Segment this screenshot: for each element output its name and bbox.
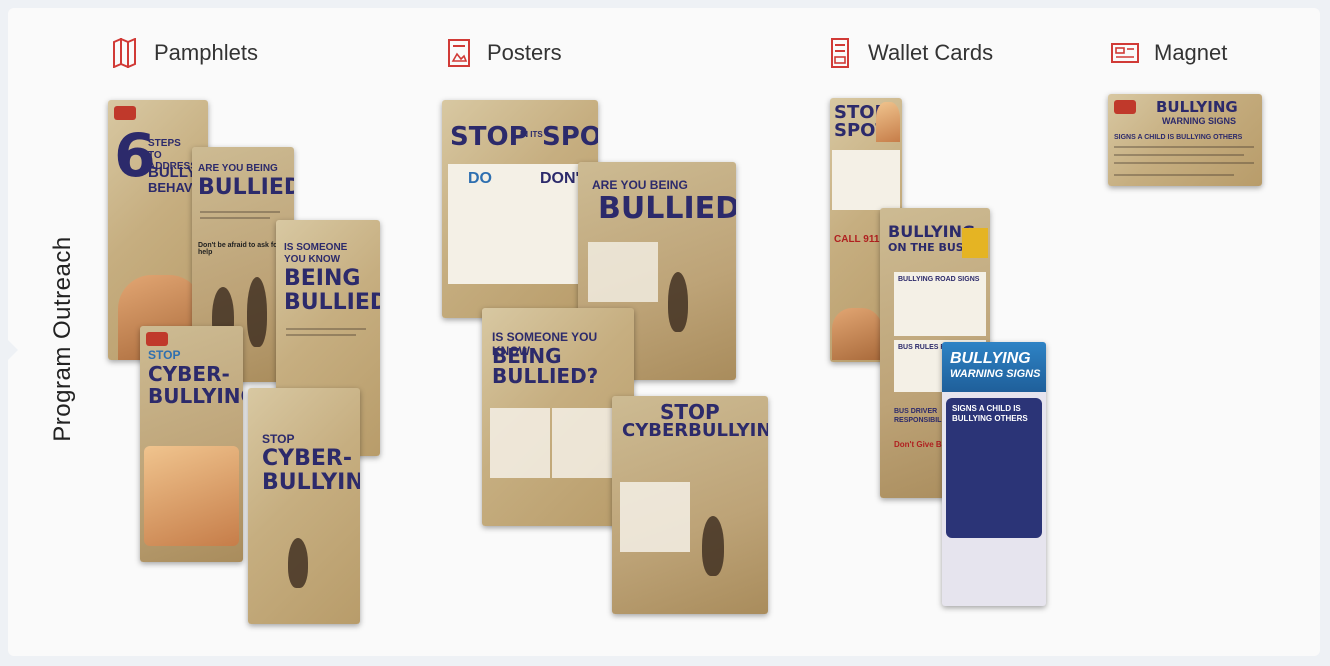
poster-bullied-line1: ARE YOU BEING <box>592 178 688 192</box>
poster-do-label: DO <box>468 170 492 187</box>
poster-cyber-line2: CYBERBULLYING! <box>622 420 768 441</box>
poster-someone-line2: BEING BULLIED? <box>492 344 599 388</box>
wallet-card-icon <box>831 38 849 68</box>
pamphlet-cyber1-line2: CYBER- <box>148 362 230 386</box>
pamphlet-cyber2-line3: BULLYING <box>262 470 360 495</box>
pamphlet-6-line1: STEPS <box>148 138 181 149</box>
section-label: Program Outreach <box>49 236 76 442</box>
category-pamphlets[interactable]: Pamphlets <box>112 38 258 68</box>
pamphlet-bullied-line1: ARE YOU BEING <box>198 163 278 174</box>
logo-icon <box>114 106 136 120</box>
wallet-warning-line1: BULLYING <box>950 350 1031 367</box>
pamphlet-cyber1-line1: STOP <box>148 348 181 362</box>
wallet-warning-line4: BULLYING OTHERS <box>952 414 1028 423</box>
poster-stop-title-c: SPOT <box>542 122 598 152</box>
poster-stop-cyberbullying[interactable]: STOP CYBERBULLYING! <box>612 396 768 614</box>
magnet-icon <box>1111 43 1139 63</box>
poster-bullied-line2: BULLIED? <box>598 191 736 226</box>
wallet-bus-line2: ON THE BUS <box>888 241 964 254</box>
category-wallet-cards-label: Wallet Cards <box>868 40 994 65</box>
poster-stop-title-a: STOP <box>450 122 528 152</box>
pamphlet-someone-line1: IS SOMEONE <box>284 242 348 253</box>
family-photo <box>144 446 239 546</box>
logo-icon <box>146 332 168 346</box>
magnet-line1: BULLYING <box>1156 98 1238 116</box>
pamphlet-someone-line2: YOU KNOW <box>284 254 341 265</box>
category-posters-label: Posters <box>487 40 562 65</box>
category-magnet[interactable]: Magnet <box>1110 38 1227 68</box>
pamphlet-bullied-line2: BULLIED? <box>198 175 294 200</box>
logo-icon <box>1114 100 1136 114</box>
wallet-card-warning-signs[interactable]: BULLYING WARNING SIGNS SIGNS A CHILD IS … <box>942 342 1046 606</box>
panel-notch <box>8 340 18 360</box>
poster-stop-it-in-its-spot[interactable]: STOP IN ITS SPOT DO DON'T <box>442 100 598 318</box>
wallet-warning-line3: SIGNS A CHILD IS <box>952 404 1021 413</box>
magnet-line3: SIGNS A CHILD IS BULLYING OTHERS <box>1114 134 1243 141</box>
wallet-bus-line3: BULLYING ROAD SIGNS <box>898 276 980 283</box>
pamphlet-cyber2-line2: CYBER- <box>262 446 352 471</box>
pamphlet-icon <box>113 38 136 68</box>
category-posters[interactable]: Posters <box>445 38 562 68</box>
pamphlet-someone-line3: BEING <box>284 266 361 291</box>
poster-stop-title-b: IN ITS <box>520 130 543 139</box>
pamphlet-cyber2-line1: STOP <box>262 432 295 446</box>
category-pamphlets-label: Pamphlets <box>154 40 258 65</box>
poster-icon <box>448 39 470 67</box>
category-wallet-cards[interactable]: Wallet Cards <box>826 38 993 68</box>
wallet-warning-line2: WARNING SIGNS <box>950 368 1041 380</box>
pamphlet-stop-cyberbullying-2[interactable]: STOP CYBER- BULLYING <box>248 388 360 624</box>
poster-cyber-line1: STOP <box>660 400 720 424</box>
category-magnet-label: Magnet <box>1154 40 1228 65</box>
do-dont-table: DO DON'T <box>448 164 592 284</box>
pamphlet-cyber1-line3: BULLYING <box>148 384 243 408</box>
pamphlet-stop-cyberbullying-1[interactable]: STOP CYBER- BULLYING <box>140 326 243 562</box>
magnet-line2: WARNING SIGNS <box>1162 116 1237 126</box>
magnet-warning-signs[interactable]: BULLYING WARNING SIGNS SIGNS A CHILD IS … <box>1108 94 1262 186</box>
pamphlet-someone-line4: BULLIED? <box>284 290 380 315</box>
wallet-bus-line5: BUS DRIVER <box>894 408 938 415</box>
